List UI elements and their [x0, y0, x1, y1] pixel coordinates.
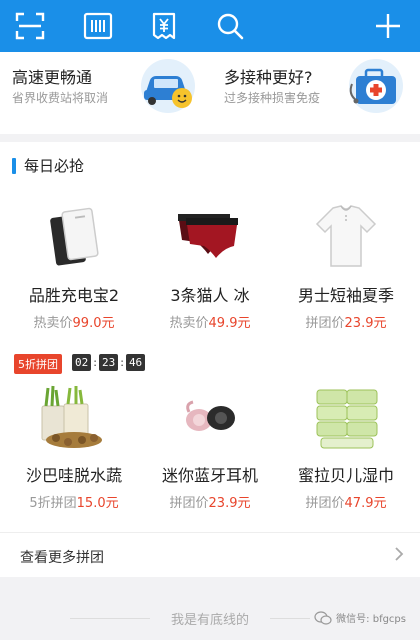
timer-minutes: 23 — [98, 354, 119, 371]
medical-kit-icon — [349, 59, 403, 113]
section-title: 每日必抢 — [24, 157, 85, 175]
price-label: 热卖价 — [33, 316, 73, 331]
power-bank-icon — [34, 202, 114, 272]
timer-hours: 02 — [72, 354, 92, 371]
car-icon — [141, 59, 195, 113]
view-more-group-buy[interactable]: 查看更多拼团 — [0, 532, 420, 577]
promo-title: 高速更畅通 — [12, 68, 93, 87]
price-label: 热卖价 — [169, 316, 209, 331]
section-accent-bar — [12, 157, 16, 174]
promo-subtitle: 过多接种损害免疫 — [224, 91, 321, 105]
underwear-icon — [170, 202, 250, 272]
product-name: 男士短袖夏季 — [297, 286, 394, 305]
product-price: 拼团价23.9元 — [140, 492, 280, 511]
product-price: 拼团价47.9元 — [276, 492, 416, 511]
product-card[interactable]: 品胜充电宝2 热卖价99.0元 — [4, 202, 144, 331]
product-name: 品胜充电宝2 — [28, 286, 120, 305]
product-card[interactable]: 迷你蓝牙耳机 拼团价23.9元 — [140, 382, 280, 511]
top-toolbar — [0, 0, 420, 52]
price-value: 99.0元 — [72, 316, 115, 331]
price-label: 5折拼团 — [29, 496, 77, 511]
product-name: 迷你蓝牙耳机 — [161, 466, 258, 485]
wet-wipes-icon — [306, 382, 386, 452]
product-name: 3条猫人 冰 — [170, 286, 250, 305]
product-card[interactable]: 沙巴哇脱水蔬 5折拼团15.0元 — [4, 382, 144, 511]
promo-banner: 高速更畅通 省界收费站将取消 多接种更好? 过多接种损害免疫 — [0, 52, 420, 134]
timer-seconds: 46 — [125, 354, 146, 371]
product-name: 蜜拉贝儿湿巾 — [297, 466, 394, 485]
product-name: 沙巴哇脱水蔬 — [25, 466, 122, 485]
wechat-icon — [314, 610, 332, 625]
wechat-watermark: 微信号: bfgcps — [314, 610, 406, 625]
invoice-icon[interactable] — [146, 8, 182, 44]
timer-separator: : — [93, 356, 97, 369]
tshirt-icon — [306, 202, 386, 272]
section-header: 每日必抢 — [12, 155, 84, 176]
product-price: 热卖价49.9元 — [140, 312, 280, 331]
price-value: 23.9元 — [208, 496, 251, 511]
product-price: 拼团价23.9元 — [276, 312, 416, 331]
product-price: 5折拼团15.0元 — [4, 492, 144, 511]
price-value: 47.9元 — [344, 496, 387, 511]
watermark-text: 微信号: bfgcps — [336, 614, 406, 625]
scan-icon[interactable] — [12, 8, 48, 44]
add-icon[interactable] — [370, 8, 406, 44]
product-card[interactable]: 蜜拉贝儿湿巾 拼团价47.9元 — [276, 382, 416, 511]
dried-veg-icon — [34, 382, 114, 452]
promo-item-vaccine[interactable]: 多接种更好? 过多接种损害免疫 — [210, 52, 420, 134]
price-value: 23.9元 — [344, 316, 387, 331]
deal-badge: 5折拼团 — [14, 354, 62, 374]
promo-title: 多接种更好? — [224, 68, 313, 87]
promo-subtitle: 省界收费站将取消 — [12, 91, 109, 105]
earphone-icon — [170, 382, 250, 452]
price-label: 拼团价 — [305, 496, 345, 511]
product-card[interactable]: 男士短袖夏季 拼团价23.9元 — [276, 202, 416, 331]
view-more-label: 查看更多拼团 — [20, 550, 104, 566]
barcode-icon[interactable] — [80, 8, 116, 44]
timer-separator: : — [120, 356, 124, 369]
price-label: 拼团价 — [169, 496, 209, 511]
search-icon[interactable] — [212, 8, 248, 44]
price-label: 拼团价 — [305, 316, 345, 331]
price-value: 49.9元 — [208, 316, 251, 331]
countdown-timer: 02 : 23 : 46 — [72, 354, 146, 371]
chevron-right-icon — [395, 547, 404, 561]
price-value: 15.0元 — [76, 496, 119, 511]
promo-item-highway[interactable]: 高速更畅通 省界收费站将取消 — [0, 52, 210, 134]
product-card[interactable]: 3条猫人 冰 热卖价49.9元 — [140, 202, 280, 331]
product-price: 热卖价99.0元 — [4, 312, 144, 331]
daily-deals-section: 每日必抢 品胜充电宝2 热卖价99.0元 3条猫人 冰 热卖价49.9元 男士短… — [0, 142, 420, 577]
